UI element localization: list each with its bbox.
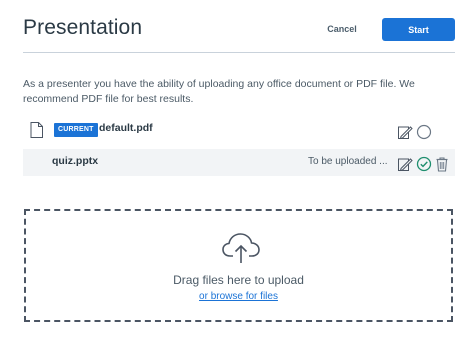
presentation-modal: Presentation Cancel Start As a presenter… [0,0,474,350]
browse-files-link[interactable]: or browse for files [26,291,451,302]
page-title: Presentation [23,16,143,39]
file-name: quiz.pptx [52,155,99,167]
trash-icon[interactable] [434,156,450,172]
file-name: default.pdf [99,122,153,134]
cancel-button[interactable]: Cancel [319,18,365,40]
upload-status: To be uploaded ... [308,156,388,167]
file-icon [30,122,43,138]
check-circle-icon[interactable] [416,156,432,172]
radio-unchecked-icon[interactable] [416,124,432,140]
dropzone-text: Drag files here to upload [173,273,304,287]
file-row-default-pdf: CURRENT default.pdf [23,118,455,145]
upload-description: As a presenter you have the ability of u… [23,78,415,105]
edit-icon[interactable] [397,156,413,172]
file-dropzone[interactable]: Drag files here to upload or browse for … [24,209,453,322]
modal-header: Presentation Cancel Start [23,14,455,53]
edit-icon[interactable] [397,124,413,140]
start-button[interactable]: Start [382,18,455,41]
file-row-quiz-pptx: quiz.pptx To be uploaded ... [23,149,455,176]
cloud-upload-icon [222,233,260,263]
current-badge: CURRENT [54,123,98,137]
